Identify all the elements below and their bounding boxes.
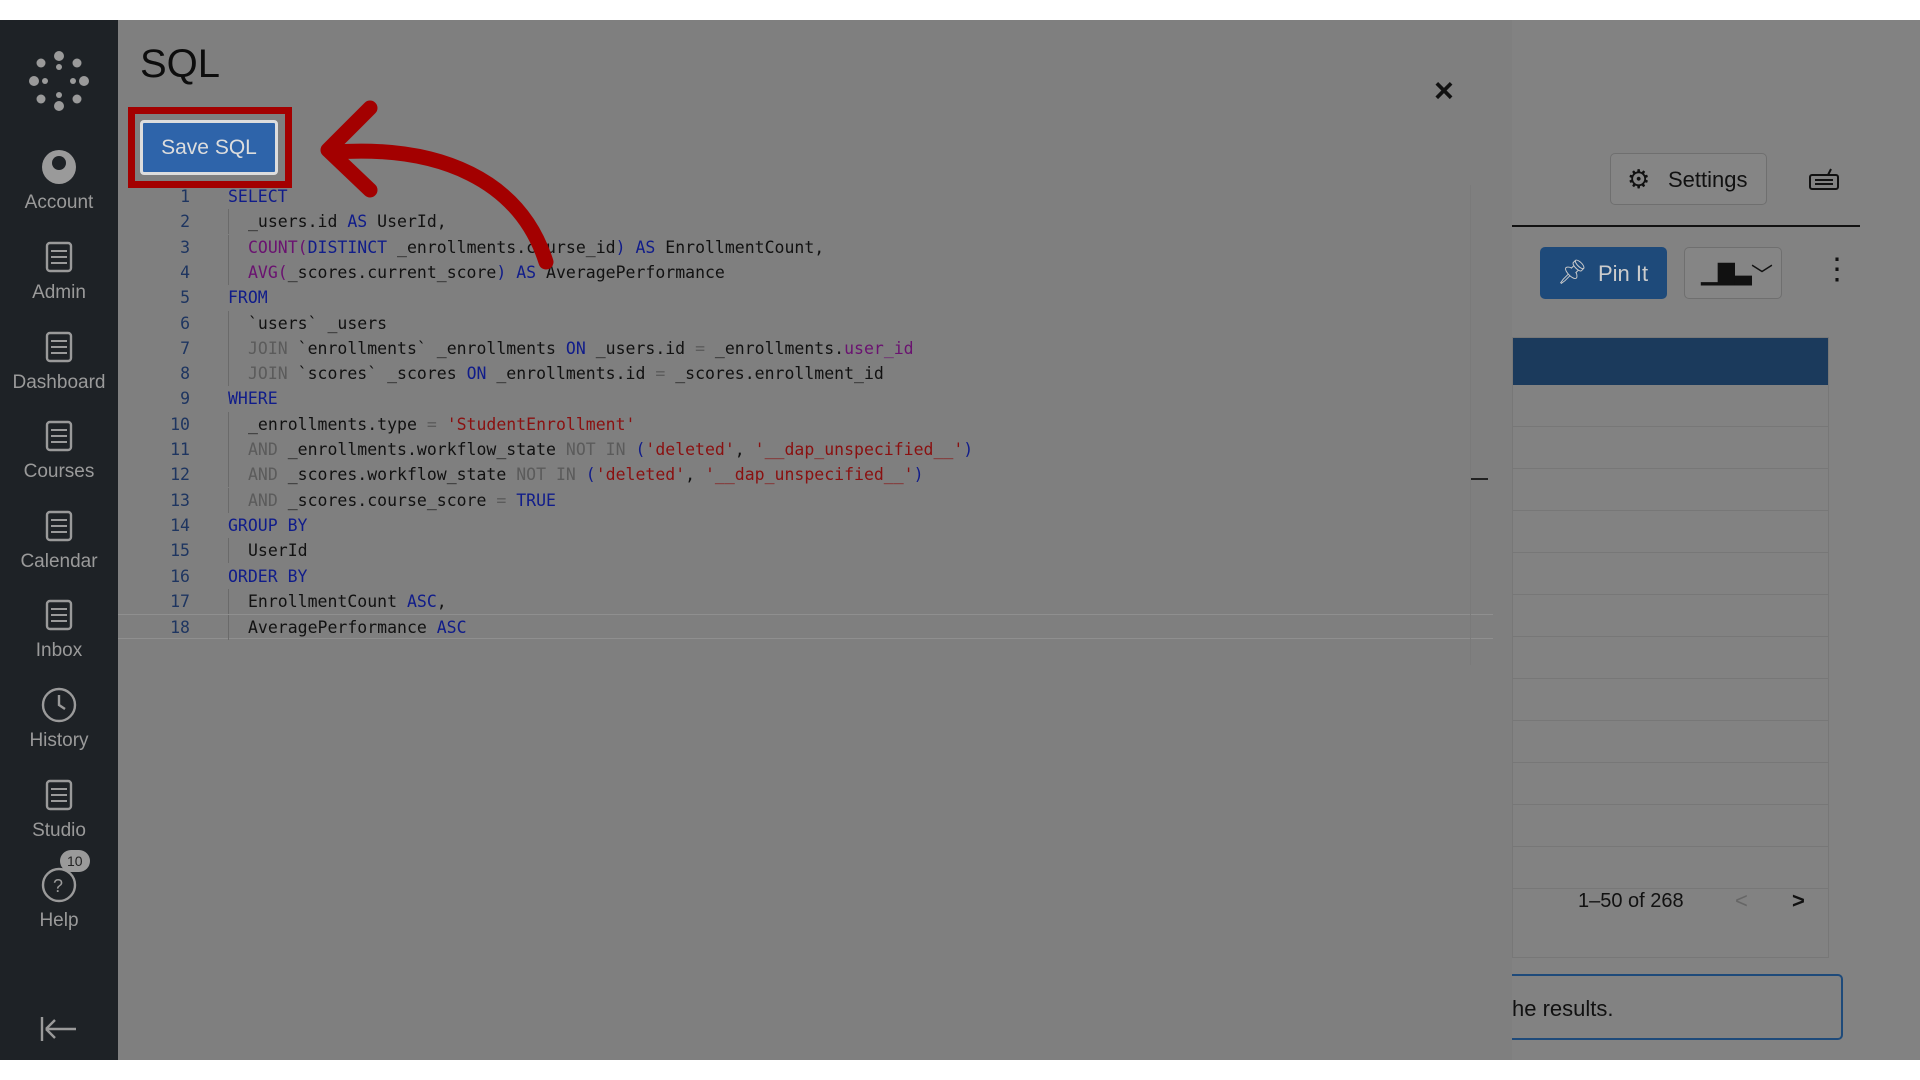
app: Account Admin Dashboard Courses Calendar Inbo…: [0, 20, 1920, 1060]
annotation-arrow-icon: [320, 100, 554, 270]
